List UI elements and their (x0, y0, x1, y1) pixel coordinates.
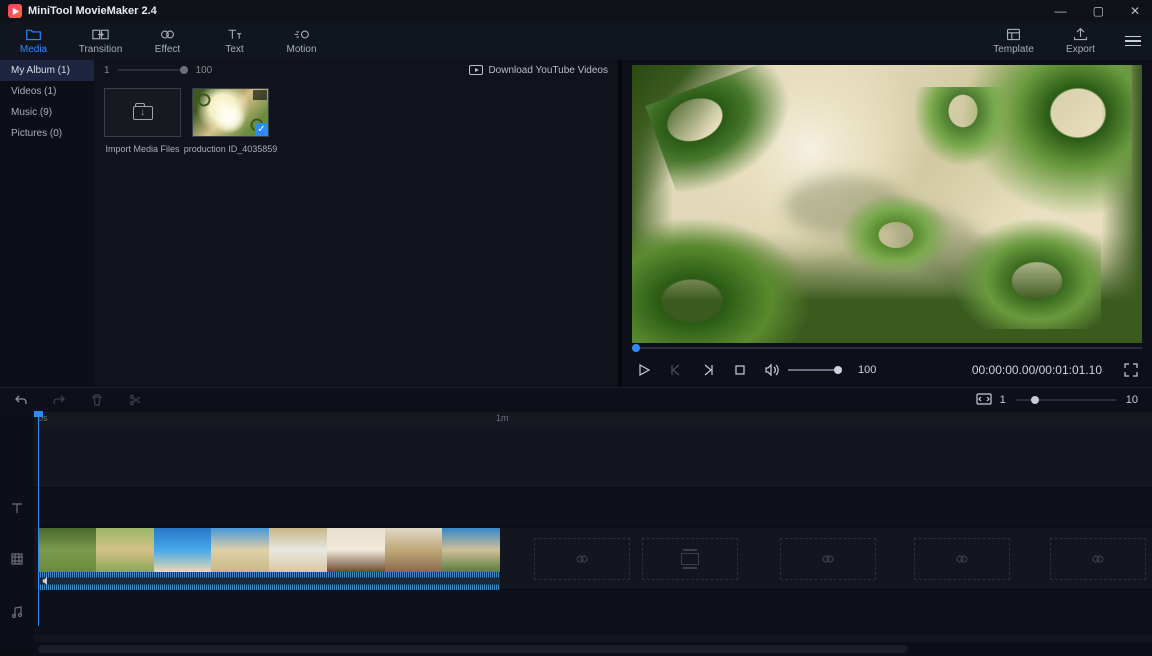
minimize-button[interactable]: — (1051, 4, 1071, 18)
film-track-icon (10, 552, 24, 566)
trash-icon (90, 393, 104, 407)
download-youtube-button[interactable]: Download YouTube Videos (469, 65, 608, 76)
thumb-zoom-slider[interactable] (118, 69, 188, 71)
thumb-zoom-max: 100 (196, 65, 213, 76)
fit-timeline-button[interactable] (976, 393, 990, 407)
tab-effect[interactable]: Effect (134, 22, 201, 60)
transition-slot-icon (821, 552, 835, 566)
text-track-icon (10, 501, 24, 515)
next-frame-button[interactable] (700, 362, 716, 378)
sidebar-item-music[interactable]: Music (9) (0, 102, 94, 123)
timeline-zoom-min: 1 (1000, 394, 1006, 406)
app-logo (8, 4, 22, 18)
track-audio[interactable] (34, 590, 1152, 634)
text-icon (226, 27, 243, 42)
speaker-icon (764, 363, 780, 377)
next-frame-icon (701, 363, 715, 377)
preview-viewport[interactable] (632, 65, 1142, 343)
sidebar-item-myalbum[interactable]: My Album (1) (0, 60, 94, 81)
clip-duration-badge (253, 90, 267, 100)
export-icon (1072, 27, 1089, 42)
volume-value: 100 (858, 364, 876, 376)
track-text[interactable] (34, 488, 1152, 528)
video-track-label (0, 528, 34, 590)
tab-media[interactable]: Media (0, 22, 67, 60)
prev-frame-icon (669, 363, 683, 377)
timeline-ruler[interactable]: 0s 1m (34, 412, 1152, 426)
fullscreen-icon (1124, 363, 1138, 377)
drop-slot[interactable] (914, 538, 1010, 580)
timeline-zoom-max: 10 (1126, 394, 1138, 406)
track-video[interactable] (34, 528, 1152, 590)
transition-slot-icon (955, 552, 969, 566)
folder-icon (25, 27, 42, 42)
timeline-clip[interactable] (38, 528, 500, 590)
split-button[interactable] (128, 393, 142, 407)
template-icon (1005, 27, 1022, 42)
youtube-icon (469, 65, 483, 75)
drop-slot[interactable] (534, 538, 630, 580)
menu-button[interactable] (1114, 22, 1152, 60)
title-bar: MiniTool MovieMaker 2.4 — ▢ ✕ (0, 0, 1152, 22)
tab-text[interactable]: Text (201, 22, 268, 60)
sidebar-item-videos[interactable]: Videos (1) (0, 81, 94, 102)
fit-icon (976, 393, 992, 405)
fullscreen-button[interactable] (1124, 363, 1138, 377)
close-button[interactable]: ✕ (1126, 4, 1144, 18)
hamburger-icon (1125, 36, 1141, 47)
import-media-label: Import Media Files (105, 144, 179, 154)
thumb-zoom-min: 1 (104, 65, 110, 76)
main-toolbar: Media Transition Effect Text Motion Temp… (0, 22, 1152, 60)
effect-icon (159, 27, 176, 42)
import-media-button[interactable] (104, 88, 181, 137)
transition-icon (92, 27, 109, 42)
timeline-zoom-slider[interactable] (1016, 399, 1116, 401)
drop-slot[interactable] (1050, 538, 1146, 580)
maximize-button[interactable]: ▢ (1089, 4, 1108, 18)
scissors-icon (128, 393, 142, 407)
timecode-display: 00:00:00.00/00:01:01.10 (972, 363, 1102, 377)
transition-slot-icon (1091, 552, 1105, 566)
clip-audio-icon (42, 576, 52, 586)
undo-icon (14, 393, 28, 407)
media-sidebar: My Album (1) Videos (1) Music (9) Pictur… (0, 60, 94, 387)
redo-button[interactable] (52, 393, 66, 407)
media-clip-name: production ID_4035859 (184, 144, 278, 154)
volume-button[interactable] (764, 362, 780, 378)
text-track-label (0, 488, 34, 528)
delete-button[interactable] (90, 393, 104, 407)
export-button[interactable]: Export (1047, 22, 1114, 60)
drop-slot[interactable] (780, 538, 876, 580)
clip-selected-check-icon: ✓ (255, 123, 268, 136)
sidebar-item-pictures[interactable]: Pictures (0) (0, 123, 94, 144)
tab-motion[interactable]: Motion (268, 22, 335, 60)
preview-scrubber[interactable] (632, 343, 1142, 353)
transition-slot-icon (575, 552, 589, 566)
timeline-scrollbar[interactable] (34, 642, 1152, 656)
audio-track-label (0, 590, 34, 634)
app-title: MiniTool MovieMaker 2.4 (28, 5, 157, 17)
playhead[interactable] (38, 412, 39, 626)
play-button[interactable] (636, 362, 652, 378)
volume-slider[interactable] (788, 369, 842, 371)
film-slot-icon (681, 549, 699, 569)
template-button[interactable]: Template (980, 22, 1047, 60)
stop-icon (733, 363, 747, 377)
media-clip-thumbnail[interactable]: ✓ (192, 88, 269, 137)
motion-icon (293, 27, 310, 42)
tab-transition[interactable]: Transition (67, 22, 134, 60)
track-empty-top[interactable] (34, 426, 1152, 488)
music-track-icon (10, 605, 24, 619)
import-folder-icon (133, 106, 153, 120)
drop-slot[interactable] (642, 538, 738, 580)
play-icon (637, 363, 651, 377)
undo-button[interactable] (14, 393, 28, 407)
stop-button[interactable] (732, 362, 748, 378)
redo-icon (52, 393, 66, 407)
prev-frame-button[interactable] (668, 362, 684, 378)
